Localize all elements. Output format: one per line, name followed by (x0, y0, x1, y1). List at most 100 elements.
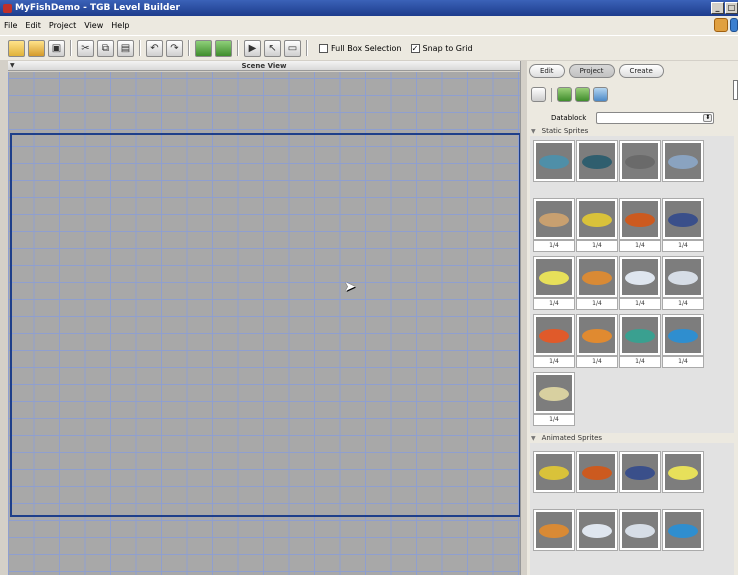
play-icon[interactable]: ▶ (244, 39, 261, 57)
scene-view-title: Scene View (241, 62, 287, 70)
sprite-frame-label: 1/4 (576, 240, 618, 252)
orange-eel-icon (579, 259, 615, 295)
open-folder-icon[interactable] (28, 39, 45, 57)
animated-sprite-white-fish-2[interactable] (619, 509, 661, 551)
static-sprite-seahorse-green[interactable] (619, 314, 661, 356)
left-gutter (0, 61, 8, 575)
panel-tabs: Edit Project Create (529, 64, 664, 78)
static-sprite-white-fish-2[interactable] (662, 256, 704, 298)
sprite-frame-label: 1/4 (533, 414, 575, 426)
static-sprite-white-fish[interactable] (619, 256, 661, 298)
scene-in-icon[interactable] (195, 39, 212, 57)
butterfly-fish-icon (536, 375, 572, 411)
animated-sprite-white-fish[interactable] (576, 509, 618, 551)
toolbar-separator (139, 40, 141, 56)
sprite-frame-label: 1/4 (576, 298, 618, 310)
static-sprite-orange-fish[interactable] (576, 314, 618, 356)
static-sprite-striped-angelfish[interactable] (576, 198, 618, 240)
image-map-icon[interactable] (575, 87, 590, 102)
sprite-frame-label: 1/4 (662, 240, 704, 252)
scene-out-icon[interactable] (215, 39, 232, 57)
sprite-frame-label: 1/4 (533, 356, 575, 368)
collapse-triangle-icon: ▼ (531, 127, 536, 135)
camera-bounds[interactable] (10, 133, 521, 517)
static-sprites-header[interactable]: ▼ Static Sprites (531, 127, 588, 135)
menu-bar: File Edit Project View Help (0, 16, 738, 35)
animated-sprite-striped-angelfish[interactable] (533, 451, 575, 493)
menu-file[interactable]: File (4, 21, 17, 30)
animated-sprite-blue-fish[interactable] (662, 509, 704, 551)
menu-edit[interactable]: Edit (25, 21, 41, 30)
monitor-icon[interactable]: ▭ (284, 39, 301, 57)
info-icon[interactable] (730, 18, 738, 32)
window-title: MyFishDemo - TGB Level Builder (15, 3, 180, 13)
snap-to-grid-checkbox[interactable]: ✓ (410, 43, 420, 53)
static-sprite-yellow-angelfish[interactable] (533, 256, 575, 298)
blue-fish-icon (665, 317, 701, 353)
seaweed-rocks-icon (579, 143, 615, 179)
datablock-label: Datablock (551, 114, 587, 122)
full-box-selection-toggle[interactable]: Full Box Selection (319, 43, 402, 53)
save-icon[interactable]: ▣ (48, 39, 65, 57)
toolbar-separator (70, 40, 72, 56)
striped-blue-fish-icon (622, 454, 658, 490)
pipefish-icon (536, 201, 572, 237)
maximize-button[interactable]: □ (725, 2, 738, 14)
mail-icon[interactable] (714, 18, 728, 32)
undo-icon[interactable]: ↶ (146, 39, 163, 57)
menu-right-icons (714, 18, 738, 32)
toolbar-separator (306, 40, 308, 56)
sprite-frame-label: 1/4 (662, 356, 704, 368)
image-add-icon[interactable] (557, 87, 572, 102)
paste-icon[interactable]: ▤ (117, 39, 134, 57)
sea-background-icon (536, 143, 572, 179)
sprite-frame-label: 1/4 (619, 356, 661, 368)
striped-angelfish-icon (579, 201, 615, 237)
panel-scroll-handle[interactable] (733, 80, 738, 100)
menu-help[interactable]: Help (111, 21, 129, 30)
panel-toolbar (531, 87, 608, 102)
copy-icon[interactable]: ⧉ (97, 39, 114, 57)
static-sprite-blue-fish[interactable] (662, 314, 704, 356)
sprite-frame-label: 1/4 (533, 240, 575, 252)
collapse-arrow-icon[interactable]: ▼ (10, 61, 15, 71)
static-sprite-butterfly-fish[interactable] (533, 372, 575, 414)
new-project-icon[interactable] (8, 39, 25, 57)
static-sprite-sea-background[interactable] (533, 140, 575, 182)
static-sprite-seaweed-rocks[interactable] (576, 140, 618, 182)
menu-project[interactable]: Project (49, 21, 76, 30)
animated-sprites-grid (530, 443, 734, 575)
full-box-selection-checkbox[interactable] (319, 43, 328, 53)
copy-icon[interactable] (531, 87, 546, 102)
select-cursor-icon[interactable]: ↖ (264, 39, 281, 57)
animated-sprite-seahorse-orange[interactable] (576, 451, 618, 493)
splitter[interactable] (520, 61, 526, 575)
sprite-frame-label: 1/4 (576, 356, 618, 368)
tab-create[interactable]: Create (618, 64, 664, 78)
minimize-button[interactable]: _ (711, 2, 724, 14)
animation-icon[interactable] (593, 87, 608, 102)
tab-project[interactable]: Project (568, 64, 615, 78)
sprite-frame-label: 1/4 (619, 240, 661, 252)
animated-sprite-striped-blue-fish[interactable] (619, 451, 661, 493)
redo-icon[interactable]: ↷ (166, 39, 183, 57)
menu-view[interactable]: View (84, 21, 103, 30)
datablock-select[interactable]: ⬍ (596, 112, 715, 124)
coral-plant-icon (665, 143, 701, 179)
tab-edit[interactable]: Edit (529, 64, 565, 78)
static-sprite-coral-plant[interactable] (662, 140, 704, 182)
animated-sprites-header[interactable]: ▼ Animated Sprites (531, 434, 602, 442)
animated-sprite-yellow-angelfish[interactable] (662, 451, 704, 493)
static-sprite-orange-eel[interactable] (576, 256, 618, 298)
static-sprite-striped-blue-fish[interactable] (662, 198, 704, 240)
static-sprite-rocks[interactable] (619, 140, 661, 182)
seahorse-orange-icon (622, 201, 658, 237)
animated-sprite-orange-eel[interactable] (533, 509, 575, 551)
snap-to-grid-toggle[interactable]: ✓ Snap to Grid (410, 43, 473, 53)
static-sprite-pipefish[interactable] (533, 198, 575, 240)
cut-icon[interactable]: ✂ (77, 39, 94, 57)
static-sprite-seahorse-orange[interactable] (619, 198, 661, 240)
sprite-frame-label: 1/4 (662, 298, 704, 310)
yellow-angelfish-icon (536, 259, 572, 295)
static-sprite-clownfish[interactable] (533, 314, 575, 356)
